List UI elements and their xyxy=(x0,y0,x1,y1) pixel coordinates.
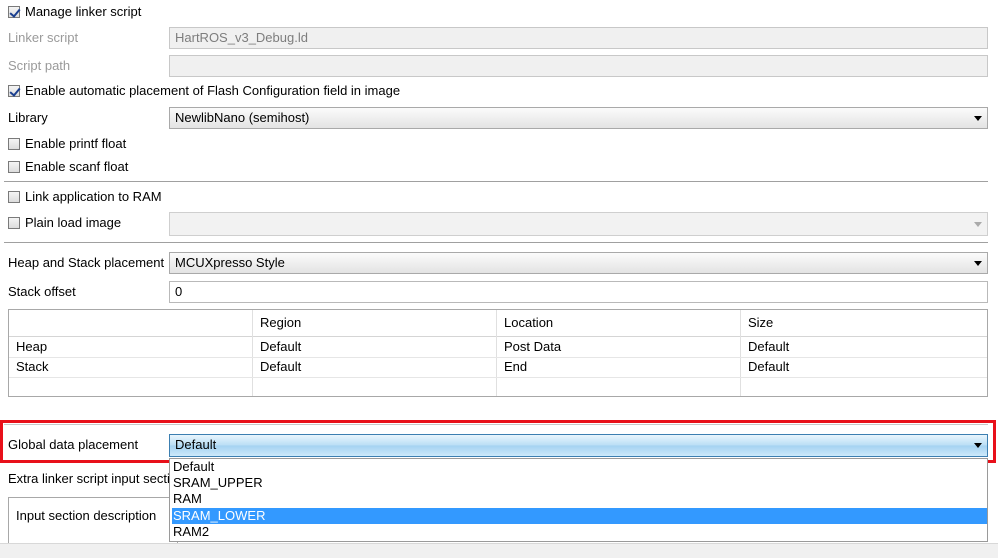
scanf-float-checkbox-icon[interactable] xyxy=(8,161,20,173)
flash-config-label[interactable]: Enable automatic placement of Flash Conf… xyxy=(25,83,400,99)
linker-script-label: Linker script xyxy=(8,30,79,45)
table-cell[interactable]: Default xyxy=(748,359,789,375)
input-section-table: Input section description xyxy=(8,497,178,543)
link-to-ram-label[interactable]: Link application to RAM xyxy=(25,189,162,205)
flash-config-checkbox-icon[interactable] xyxy=(8,85,20,97)
dropdown-option[interactable]: RAM2 xyxy=(172,524,987,540)
input-section-header[interactable]: Input section description xyxy=(16,508,156,524)
heap-stack-placement-label: Heap and Stack placement xyxy=(8,255,165,270)
dropdown-arrow-icon xyxy=(974,261,982,266)
heap-stack-placement-select[interactable]: MCUXpresso Style xyxy=(169,252,988,274)
heap-stack-placement-value: MCUXpresso Style xyxy=(175,255,285,270)
column-divider xyxy=(252,310,253,396)
table-cell[interactable]: Default xyxy=(260,339,301,355)
dropdown-option[interactable]: RAM xyxy=(172,491,987,507)
scanf-float-label[interactable]: Enable scanf float xyxy=(25,159,128,175)
annotation-highlight-box xyxy=(0,420,996,463)
printf-float-checkbox-icon[interactable] xyxy=(8,138,20,150)
stack-offset-label: Stack offset xyxy=(8,284,76,299)
table-header-cell[interactable]: Size xyxy=(748,315,773,331)
table-cell[interactable]: Post Data xyxy=(504,339,561,355)
script-path-field[interactable] xyxy=(169,55,988,77)
manage-linker-script-checkbox-icon[interactable] xyxy=(8,6,20,18)
dropdown-arrow-icon xyxy=(974,222,982,227)
table-cell[interactable]: End xyxy=(504,359,527,375)
separator xyxy=(4,181,988,182)
dropdown-option-selected[interactable]: SRAM_LOWER xyxy=(172,508,987,524)
table-header-cell[interactable]: Region xyxy=(260,315,301,331)
table-cell[interactable]: Stack xyxy=(16,359,49,375)
table-cell[interactable]: Default xyxy=(748,339,789,355)
table-cell[interactable]: Heap xyxy=(16,339,47,355)
heap-stack-table: Region Location Size Heap Default Post D… xyxy=(8,309,988,397)
dropdown-arrow-icon xyxy=(974,116,982,121)
dropdown-option[interactable]: Default xyxy=(172,459,987,475)
row-divider xyxy=(9,377,987,378)
plain-load-image-label[interactable]: Plain load image xyxy=(25,215,121,231)
row-divider xyxy=(9,357,987,358)
table-header xyxy=(9,310,987,337)
plain-load-image-checkbox-icon[interactable] xyxy=(8,217,20,229)
bottom-bar xyxy=(0,543,998,558)
link-to-ram-checkbox-icon[interactable] xyxy=(8,191,20,203)
table-cell[interactable]: Default xyxy=(260,359,301,375)
stack-offset-field[interactable]: 0 xyxy=(169,281,988,303)
global-data-placement-dropdown: Default SRAM_UPPER RAM SRAM_LOWER RAM2 xyxy=(169,458,988,542)
plain-load-image-select[interactable] xyxy=(169,212,988,236)
library-label: Library xyxy=(8,110,48,125)
manage-linker-script-label[interactable]: Manage linker script xyxy=(25,4,141,20)
column-divider xyxy=(740,310,741,396)
library-select[interactable]: NewlibNano (semihost) xyxy=(169,107,988,129)
script-path-label: Script path xyxy=(8,58,71,73)
linker-script-field[interactable]: HartROS_v3_Debug.ld xyxy=(169,27,988,49)
library-value: NewlibNano (semihost) xyxy=(175,110,310,125)
extra-linker-label: Extra linker script input secti xyxy=(8,471,170,486)
dropdown-option[interactable]: SRAM_UPPER xyxy=(172,475,987,491)
table-header-cell[interactable]: Location xyxy=(504,315,553,331)
printf-float-label[interactable]: Enable printf float xyxy=(25,136,126,152)
column-divider xyxy=(496,310,497,396)
separator xyxy=(4,242,988,243)
